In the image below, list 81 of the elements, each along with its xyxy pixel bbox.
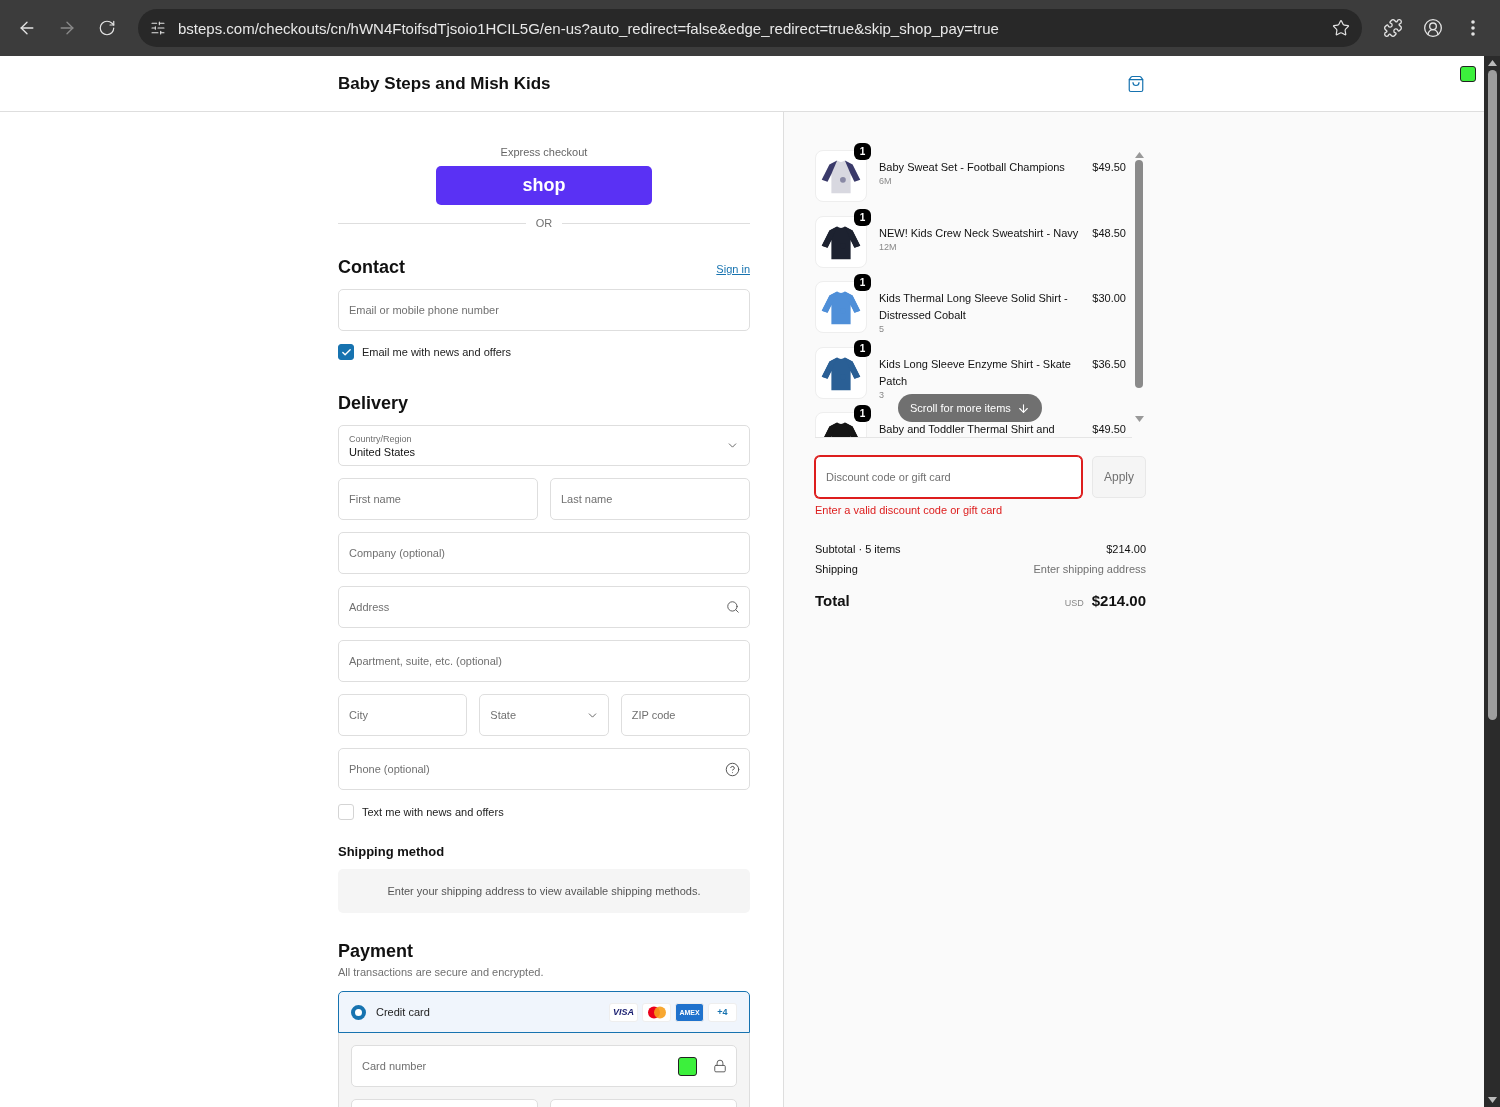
marker-icon	[1460, 66, 1476, 82]
product-name: Kids Long Sleeve Enzyme Shirt - Skate Patch	[879, 356, 1072, 389]
url-text: bsteps.com/checkouts/cn/hWN4FtoifsdTjsoio1HCIL5G/en-us?auto_redirect=false&edge_redirect=true&skip_shop_pay=true	[178, 19, 1000, 37]
field-value: United States	[349, 445, 416, 458]
product-price: $30.00	[1092, 291, 1126, 306]
profile-icon	[1423, 18, 1443, 38]
field-label: Country/Region	[349, 433, 412, 444]
sign-in-link[interactable]: Sign in	[716, 263, 750, 275]
card-logo-icon	[642, 1002, 671, 1022]
quantity-badge: 1	[854, 208, 871, 226]
country-select[interactable]: Country/Region United States	[338, 425, 750, 466]
address-field[interactable]: Address	[338, 586, 750, 628]
puzzle-icon	[1383, 18, 1403, 38]
product-variant: 12M	[879, 241, 897, 252]
error-message: Enter a valid discount code or gift card	[815, 504, 1004, 516]
shipping-value: Enter shipping address	[1033, 563, 1146, 575]
payment-subtitle: All transactions are secure and encrypted.	[338, 966, 545, 978]
search-icon	[726, 600, 740, 614]
total-value: $214.00	[1091, 592, 1146, 609]
checkbox[interactable]	[338, 344, 354, 360]
checkbox-label: Email me with news and offers	[362, 346, 511, 358]
subtotal-label: Subtotal · 5 items	[815, 543, 901, 555]
product-price: $36.50	[1092, 356, 1126, 372]
card-number-field[interactable]: Card number	[351, 1045, 737, 1087]
section-heading: Payment	[338, 941, 414, 962]
more-cards-badge: +4	[708, 1002, 737, 1022]
discount-field[interactable]: Discount code or gift card	[815, 456, 1082, 498]
page-scrollbar[interactable]	[1484, 56, 1500, 1107]
scroll-up-arrow-icon[interactable]	[1487, 60, 1497, 66]
product-price: $48.50	[1092, 225, 1126, 241]
product-variant: 5	[879, 324, 884, 334]
product-name: Baby and Toddler Thermal Shirt and	[879, 422, 1055, 437]
shop-pay-button[interactable]: shop	[436, 166, 652, 205]
input-field[interactable]: City	[338, 694, 468, 736]
site-settings-icon[interactable]	[150, 20, 166, 36]
section-heading: Contact	[338, 257, 405, 278]
input-field[interactable]: First name	[338, 478, 538, 520]
state-select[interactable]: State	[479, 694, 609, 736]
scroll-hint-button[interactable]: Scroll for more items	[898, 394, 1042, 422]
card-logo: VISA	[609, 1002, 638, 1022]
product-price: $49.50	[1092, 160, 1126, 175]
input-field[interactable]: Apartment, suite, etc. (optional)	[338, 640, 750, 682]
lock-icon	[713, 1059, 727, 1073]
section-heading: Shipping method	[338, 844, 446, 859]
input-field[interactable]: Phone (optional)	[338, 748, 750, 790]
payment-method-label: Credit card	[376, 1006, 430, 1018]
menu-icon	[1471, 20, 1475, 36]
check-icon	[340, 346, 352, 358]
star-icon[interactable]	[1332, 19, 1350, 37]
reload-icon	[98, 19, 116, 37]
total-label: Total	[815, 592, 850, 609]
store-name: Baby Steps and Mish Kids	[338, 73, 551, 94]
subtotal-value: $214.00	[1106, 543, 1146, 555]
or-divider-text: OR	[535, 217, 553, 229]
product-name: Kids Thermal Long Sleeve Solid Shirt - Distressed Cobalt	[879, 291, 1069, 323]
quantity-badge: 1	[854, 143, 871, 160]
input-field[interactable]: Last name	[550, 478, 750, 520]
product-variant: 3	[879, 389, 884, 400]
arrow-down-icon	[1016, 401, 1030, 415]
scroll-down-arrow-icon[interactable]	[1487, 1097, 1497, 1103]
product-name: Baby Sweat Set - Football Champions	[879, 160, 1065, 175]
section-heading: Delivery	[338, 393, 409, 414]
shipping-info-message: Enter your shipping address to view available shipping methods.	[338, 869, 750, 913]
radio-button[interactable]	[351, 1004, 366, 1020]
product-name: NEW! Kids Crew Neck Sweatshirt - Navy	[879, 225, 1079, 241]
input-field[interactable]: Company (optional)	[338, 532, 750, 574]
shipping-label: Shipping	[815, 563, 858, 575]
currency-code: USD	[1064, 598, 1084, 608]
express-checkout-label: Express checkout	[500, 146, 588, 158]
product-variant: 6M	[879, 176, 892, 186]
quantity-badge: 1	[854, 339, 871, 357]
email-field[interactable]: Email or mobile phone number	[338, 289, 750, 331]
quantity-badge: 1	[854, 274, 871, 291]
checkbox-label: Text me with news and offers	[362, 806, 504, 818]
input-field[interactable]: ZIP code	[620, 694, 750, 736]
address-bar[interactable]: bsteps.com/checkouts/cn/hWN4FtoifsdTjsoio1HCIL5G/en-us?auto_redirect=false&edge_redirect=true&skip_shop_pay=true	[138, 9, 1362, 47]
product-price: $49.50	[1092, 422, 1126, 437]
quantity-badge: 1	[854, 405, 871, 422]
cart-icon[interactable]	[1127, 74, 1145, 93]
apply-button[interactable]: Apply	[1092, 456, 1146, 498]
help-icon[interactable]	[725, 761, 740, 777]
